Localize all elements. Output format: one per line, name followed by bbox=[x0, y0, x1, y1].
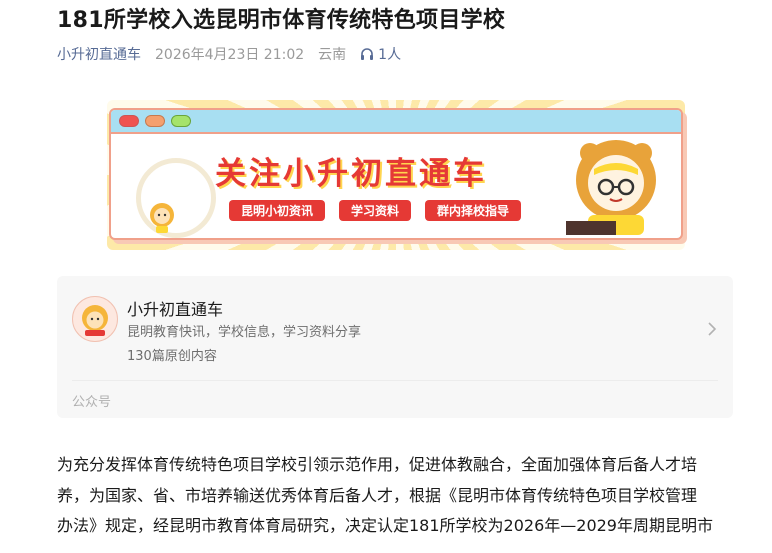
window-dot-green bbox=[171, 115, 191, 127]
account-card[interactable]: 小升初直通车 昆明教育快讯，学校信息，学习资料分享 130篇原创内容 公众号 bbox=[57, 276, 733, 418]
account-description: 昆明教育快讯，学校信息，学习资料分享 bbox=[127, 325, 362, 340]
card-divider bbox=[72, 380, 718, 381]
banner-window-bar bbox=[111, 110, 681, 134]
account-article-count: 130篇原创内容 bbox=[127, 349, 217, 364]
lion-avatar-icon bbox=[82, 305, 108, 336]
banner-tag: 群内择校指导 bbox=[425, 200, 522, 221]
banner-tag: 学习资料 bbox=[339, 200, 412, 221]
publish-location: 云南 bbox=[318, 47, 347, 63]
headphones-icon bbox=[361, 48, 374, 60]
body-line: 办法》规定，经昆明市教育体育局研究，决定认定181所学校为2026年—2029年… bbox=[57, 516, 713, 535]
banner-tag: 昆明小初资讯 bbox=[229, 200, 326, 221]
chevron-right-icon bbox=[708, 322, 717, 336]
article-title: 181所学校入选昆明市体育传统特色项目学校 bbox=[57, 8, 506, 33]
account-type: 公众号 bbox=[72, 395, 112, 410]
article-body: 为充分发挥体育传统特色项目学校引领示范作用，促进体教融合，全面加强体育后备人才培… bbox=[57, 450, 737, 542]
banner-tags: 昆明小初资讯 学习资料 群内择校指导 bbox=[229, 200, 522, 221]
body-line: 养，为国家、省、市培养输送优秀体育后备人才，根据《昆明市体育传统特色项目学校管理 bbox=[57, 485, 698, 505]
listen-button[interactable]: 1人 bbox=[360, 44, 401, 64]
banner-window: 关注小升初直通车 昆明小初资讯 学习资料 群内择校指导 bbox=[109, 108, 683, 240]
window-dot-red bbox=[119, 115, 139, 127]
author-link[interactable]: 小升初直通车 bbox=[57, 44, 141, 64]
listener-count: 1人 bbox=[378, 47, 402, 63]
promo-banner[interactable]: 关注小升初直通车 昆明小初资讯 学习资料 群内择校指导 bbox=[107, 100, 685, 250]
banner-slogan: 关注小升初直通车 bbox=[215, 156, 487, 192]
window-dot-orange bbox=[145, 115, 165, 127]
account-avatar bbox=[72, 296, 118, 342]
mini-lion-mascot-icon bbox=[150, 203, 174, 233]
article-meta: 小升初直通车 2026年4月23日 21:02 云南 1人 bbox=[57, 44, 401, 64]
lion-mascot-icon bbox=[566, 140, 656, 235]
account-name: 小升初直通车 bbox=[127, 300, 224, 319]
body-line: 为充分发挥体育传统特色项目学校引领示范作用，促进体教融合，全面加强体育后备人才培 bbox=[57, 455, 698, 474]
publish-datetime: 2026年4月23日 21:02 bbox=[155, 47, 305, 63]
